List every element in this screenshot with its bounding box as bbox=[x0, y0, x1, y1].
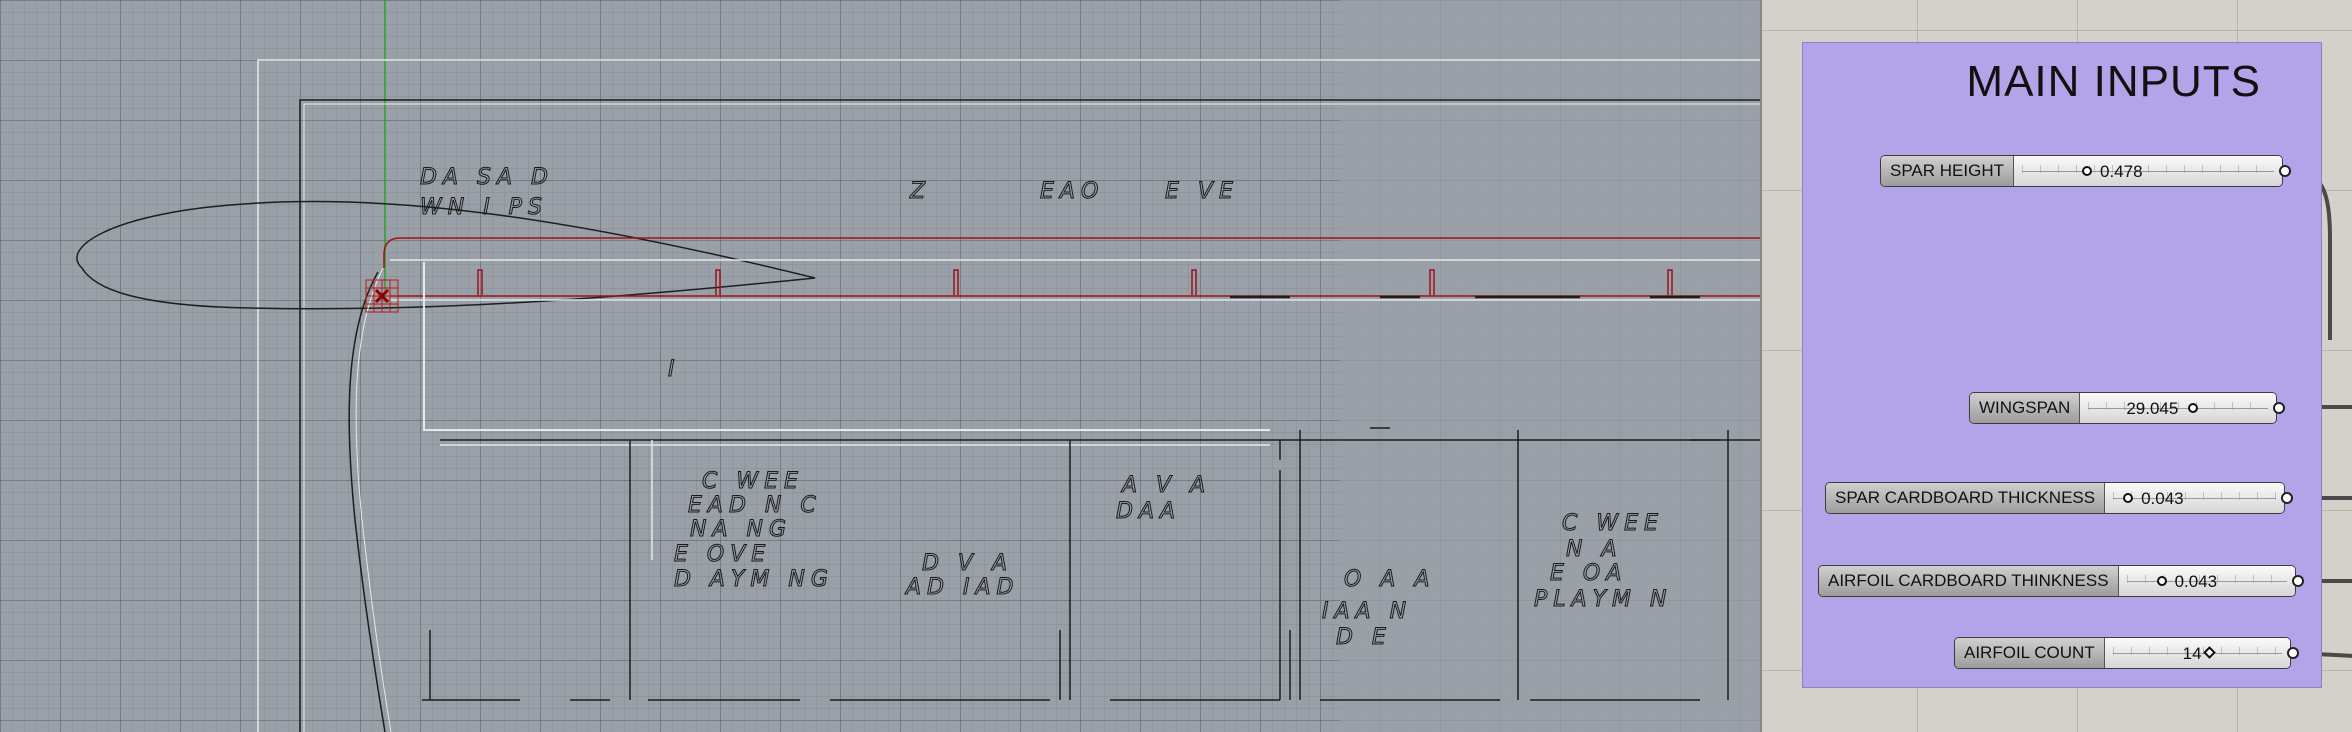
spar-top-red bbox=[383, 237, 1760, 268]
sketch-label: EAD N C bbox=[688, 493, 822, 518]
spar-height-slider[interactable]: SPAR HEIGHT 0.478 bbox=[1880, 155, 2291, 187]
slider-value: 29.045 bbox=[2126, 399, 2179, 418]
sketch-label: D V A bbox=[922, 551, 1013, 576]
sketch-label: E VE bbox=[1165, 179, 1239, 204]
slider-label: AIRFOIL COUNT bbox=[1955, 638, 2105, 668]
slider-label: AIRFOIL CARDBOARD THINKNESS bbox=[1819, 566, 2119, 596]
slider-track[interactable]: 14 bbox=[2104, 638, 2290, 668]
sketch-label: IAA N bbox=[1322, 599, 1412, 624]
sheet-outer-frame bbox=[257, 59, 1760, 732]
slider-track[interactable]: 29.045 bbox=[2080, 393, 2276, 423]
wingspan-slider[interactable]: WINGSPAN 29.045 bbox=[1969, 392, 2285, 424]
sketch-label: E OVE bbox=[674, 542, 771, 567]
slider-label: SPAR CARDBOARD THICKNESS bbox=[1826, 483, 2106, 513]
slider-track[interactable]: 0.478 bbox=[2013, 156, 2282, 186]
slider-label: WINGSPAN bbox=[1970, 393, 2081, 423]
airfoil-count-slider[interactable]: AIRFOIL COUNT 14 bbox=[1954, 637, 2299, 669]
slider-knob[interactable] bbox=[2188, 403, 2199, 413]
sketch-label: C WEE bbox=[1562, 511, 1664, 536]
group-title: MAIN INPUTS bbox=[1966, 57, 2261, 106]
sketch-label: EAO bbox=[1040, 179, 1104, 204]
spar-ribs bbox=[477, 269, 1673, 295]
sketch-label: DAA bbox=[1116, 499, 1181, 524]
planform-curve bbox=[348, 271, 386, 732]
output-grip[interactable] bbox=[2273, 402, 2285, 414]
sketch-label: DA SA D bbox=[420, 165, 554, 190]
slider-knob[interactable] bbox=[2156, 576, 2167, 586]
sketch-label: E OA bbox=[1550, 561, 1627, 586]
sketch-label: PLAYM N bbox=[1534, 587, 1672, 612]
grasshopper-canvas[interactable]: MAIN INPUTS SPAR HEIGHT 0.478 WINGSPAN 2… bbox=[1760, 0, 2352, 732]
sketch-label: D E bbox=[1336, 625, 1392, 650]
slider-knob[interactable] bbox=[2081, 166, 2092, 176]
sketch-label: I bbox=[668, 357, 681, 382]
sketch-label: AD IAD bbox=[904, 575, 1019, 600]
output-grip[interactable] bbox=[2281, 492, 2293, 504]
viewport-drawing: DA SA D WN I PS Z EAO E VE I C WEE EAD N… bbox=[76, 0, 1760, 732]
output-grip[interactable] bbox=[2287, 647, 2299, 659]
rhino-viewport[interactable]: DA SA D WN I PS Z EAO E VE I C WEE EAD N… bbox=[0, 0, 1760, 732]
sketch-label: Z bbox=[909, 179, 931, 204]
sketch-label: NA NG bbox=[690, 517, 792, 542]
slider-value: 0.478 bbox=[2099, 162, 2143, 181]
slider-value: 0.043 bbox=[2174, 572, 2218, 591]
sketch-label: C WEE bbox=[702, 469, 804, 494]
airfoil-cardboard-thinkness-slider[interactable]: AIRFOIL CARDBOARD THINKNESS 0.043 bbox=[1818, 565, 2304, 597]
sketch-label: A V A bbox=[1120, 473, 1211, 498]
layout-panel bbox=[423, 262, 1270, 431]
slider-track[interactable]: 0.043 bbox=[2118, 566, 2295, 596]
slider-track[interactable]: 0.043 bbox=[2105, 483, 2284, 513]
output-grip[interactable] bbox=[2292, 575, 2304, 587]
output-grip[interactable] bbox=[2279, 165, 2291, 177]
slider-value: 0.043 bbox=[2141, 489, 2184, 508]
sketch-label: WN I PS bbox=[420, 195, 548, 220]
slider-value: 14 bbox=[2182, 644, 2202, 663]
sketch-label: D AYM NG bbox=[674, 567, 834, 592]
slider-knob[interactable] bbox=[2123, 493, 2134, 503]
sketch-label: N A bbox=[1566, 537, 1623, 562]
spar-cardboard-thickness-slider[interactable]: SPAR CARDBOARD THICKNESS 0.043 bbox=[1825, 482, 2293, 514]
sketch-label: O A A bbox=[1344, 567, 1435, 592]
slider-label: SPAR HEIGHT bbox=[1881, 156, 2014, 186]
